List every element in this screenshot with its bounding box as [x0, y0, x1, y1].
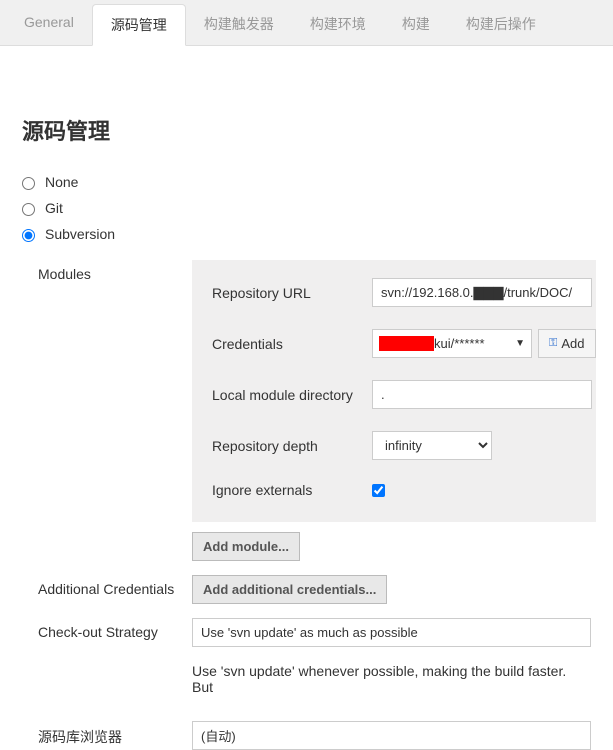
scm-label-git: Git: [45, 200, 63, 216]
depth-label: Repository depth: [212, 438, 372, 454]
scm-radio-git[interactable]: [22, 203, 35, 216]
repo-url-input[interactable]: [372, 278, 592, 307]
repo-url-label: Repository URL: [212, 285, 372, 301]
credentials-label: Credentials: [212, 336, 372, 352]
scm-radio-svn[interactable]: [22, 229, 35, 242]
credentials-select[interactable]: kui/****** ▼: [372, 329, 532, 358]
local-dir-input[interactable]: [372, 380, 592, 409]
add-button-label: Add: [561, 336, 584, 351]
tab-general[interactable]: General: [6, 4, 92, 45]
chevron-down-icon: ▼: [515, 338, 525, 349]
modules-label: Modules: [22, 260, 192, 282]
tab-build[interactable]: 构建: [384, 4, 448, 45]
config-tabs: General 源码管理 构建触发器 构建环境 构建 构建后操作: [0, 0, 613, 46]
scm-label-svn: Subversion: [45, 226, 115, 242]
tab-triggers[interactable]: 构建触发器: [186, 4, 292, 45]
tab-env[interactable]: 构建环境: [292, 4, 384, 45]
tab-post[interactable]: 构建后操作: [448, 4, 554, 45]
credentials-value: kui/******: [434, 336, 485, 351]
depth-select[interactable]: infinity: [372, 431, 492, 460]
checkout-strategy-input[interactable]: [192, 618, 591, 647]
add-module-button[interactable]: Add module...: [192, 532, 300, 561]
section-title: 源码管理: [22, 114, 591, 146]
tab-scm[interactable]: 源码管理: [92, 4, 186, 46]
credentials-redacted: [379, 336, 434, 351]
scm-radio-none[interactable]: [22, 177, 35, 190]
add-additional-credentials-button[interactable]: Add additional credentials...: [192, 575, 387, 604]
checkout-strategy-label: Check-out Strategy: [22, 618, 192, 640]
additional-creds-label: Additional Credentials: [22, 575, 192, 597]
ignore-externals-label: Ignore externals: [212, 482, 372, 498]
checkout-strategy-help: Use 'svn update' whenever possible, maki…: [192, 647, 591, 707]
scm-label-none: None: [45, 174, 78, 190]
key-icon: ⚿: [549, 337, 557, 350]
local-dir-label: Local module directory: [212, 387, 372, 403]
repo-browser-label: 源码库浏览器: [22, 721, 192, 747]
add-credentials-button[interactable]: ⚿ Add: [538, 329, 596, 358]
repo-browser-input[interactable]: [192, 721, 591, 750]
ignore-externals-checkbox[interactable]: [372, 484, 385, 497]
module-panel: Repository URL Credentials kui/****** ▼: [192, 260, 596, 522]
